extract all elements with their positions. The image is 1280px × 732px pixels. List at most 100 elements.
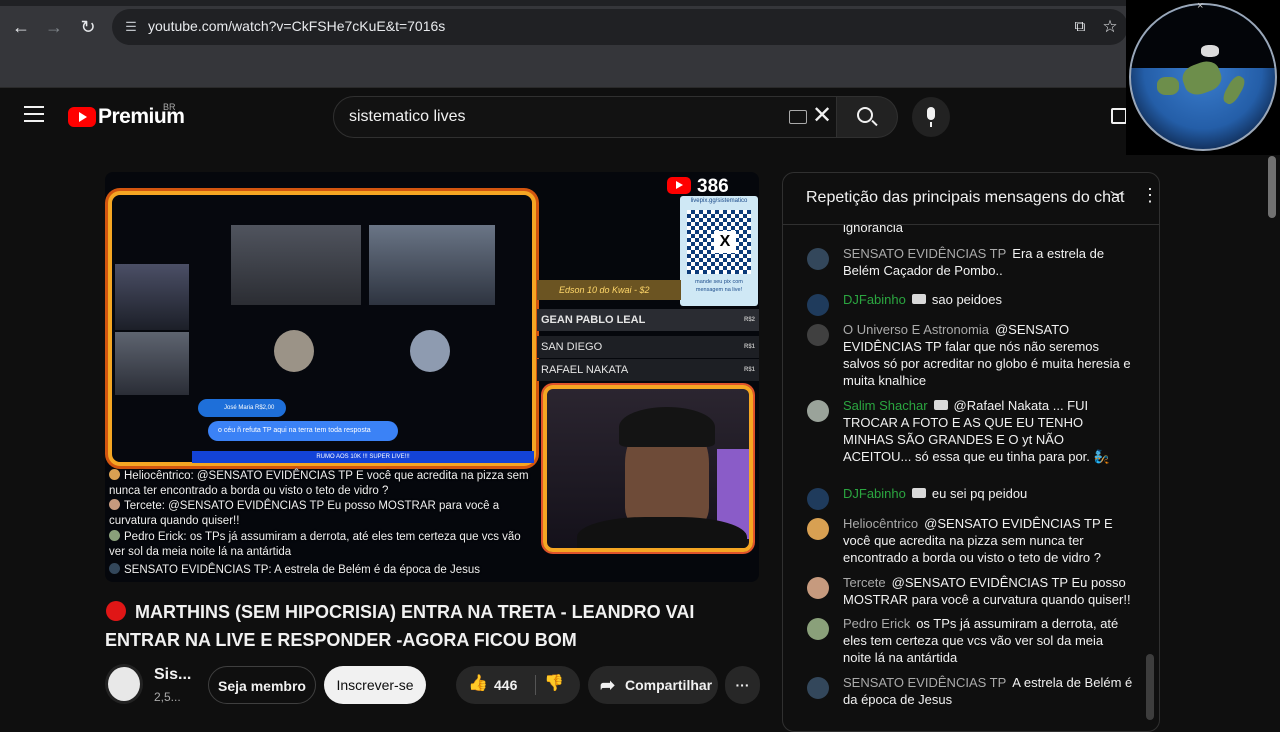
chat-author[interactable]: Pedro Erick [843, 616, 910, 631]
chat-avatar[interactable] [807, 294, 829, 316]
like-count[interactable]: 446 [494, 666, 517, 704]
user-avatar-icon [109, 530, 120, 541]
page-scrollbar[interactable] [1268, 156, 1276, 218]
overlay-comment-name: José Maria R$2,00 [198, 399, 286, 417]
chat-header: Repetição das principais mensagens do ch… [783, 173, 1159, 225]
user-avatar-icon [109, 563, 120, 574]
chat-message-list[interactable]: ignorância SENSATO EVIDÊNCIAS TP Era a est… [783, 225, 1159, 731]
member-badge-icon [911, 294, 926, 304]
chat-avatar[interactable] [807, 488, 829, 510]
share-arrow-icon: ➦ [600, 675, 616, 695]
chat-author[interactable]: O Universo E Astronomia [843, 322, 989, 337]
chat-message-body: Pedro Erick os TPs já assumiram a derrota… [843, 615, 1133, 666]
qr-center-mark: X [714, 231, 736, 253]
user-avatar-icon [109, 469, 120, 480]
chat-mode-title[interactable]: Repetição das principais mensagens do ch… [806, 189, 1124, 207]
guest-panel: José Maria R$2,00 o céu ñ refuta TP aqui… [108, 191, 536, 466]
live-viewer-count: 386 [697, 176, 729, 197]
member-badge-icon [911, 488, 926, 498]
url-text[interactable]: youtube.com/watch?v=CkFSHe7cKuE&t=7016s [148, 18, 445, 34]
overlay-chat-line: Pedro Erick: os TPs já assumiram a derro… [109, 530, 521, 558]
reload-icon[interactable]: ↻ [75, 14, 101, 40]
globe-overlay: × [1126, 0, 1280, 155]
chat-author[interactable]: SENSATO EVIDÊNCIAS TP [843, 675, 1006, 690]
subscribe-button[interactable]: Inscrever-se [324, 666, 426, 704]
chat-avatar[interactable] [807, 677, 829, 699]
browser-toolbar: ← → ↻ ☰ youtube.com/watch?v=CkFSHe7cKuE&… [0, 0, 1280, 52]
more-actions-button[interactable]: ··· [725, 666, 760, 704]
chat-avatar[interactable] [807, 577, 829, 599]
guest-camera [369, 225, 495, 305]
host-camera [543, 385, 753, 552]
close-icon[interactable]: × [1197, 0, 1203, 12]
search-icon [857, 107, 873, 123]
chat-author[interactable]: SENSATO EVIDÊNCIAS TP [843, 246, 1006, 261]
chat-message-body: Salim Shachar @Rafael Nakata ... FUI TROC… [843, 397, 1133, 465]
chat-author[interactable]: DJFabinho [843, 486, 906, 501]
chat-author[interactable]: Tercete [843, 575, 886, 590]
channel-avatar[interactable] [105, 664, 143, 704]
chat-avatar[interactable] [807, 248, 829, 270]
install-app-icon[interactable]: ⧉ [1070, 17, 1090, 37]
channel-name[interactable]: Sis... [154, 666, 191, 684]
site-info-icon[interactable]: ☰ [122, 18, 140, 36]
join-membership-button[interactable]: Seja membro [208, 666, 316, 704]
chat-avatar[interactable] [807, 518, 829, 540]
bookmark-star-icon[interactable]: ☆ [1100, 17, 1120, 37]
bookmarks-bar [0, 52, 1280, 88]
search-box[interactable]: ✕ [333, 96, 837, 138]
live-chat-panel: Repetição das principais mensagens do ch… [782, 172, 1160, 732]
qr-top-label: livepix.gg/sistematico [690, 198, 748, 204]
search-input[interactable] [349, 108, 769, 126]
overlay-chat-line: SENSATO EVIDÊNCIAS TP: A estrela de Belé… [109, 563, 539, 578]
donor-row: RAFAEL NAKATA R$1 [537, 359, 759, 381]
user-avatar-icon [109, 499, 120, 510]
youtube-header: Premium BR ✕ [0, 88, 1280, 148]
video-player[interactable]: José Maria R$2,00 o céu ñ refuta TP aqui… [105, 172, 759, 582]
chat-message-body: SENSATO EVIDÊNCIAS TP A estrela de Belém … [843, 674, 1133, 708]
chat-message-body: O Universo E Astronomia @SENSATO EVIDÊNCI… [843, 321, 1133, 389]
back-arrow-icon[interactable]: ← [8, 14, 34, 40]
chat-avatar[interactable] [807, 400, 829, 422]
chat-text: eu sei pq peidou [931, 486, 1028, 501]
guest-camera [115, 332, 189, 395]
create-icon[interactable] [1111, 108, 1127, 124]
chat-scrollbar[interactable] [1146, 654, 1154, 720]
live-youtube-icon [667, 177, 691, 194]
goal-banner: RUMO AOS 10K !!! SUPER LIVE!!! [192, 451, 534, 463]
share-button[interactable]: ➦ Compartilhar [588, 666, 718, 704]
chat-author[interactable]: DJFabinho [843, 292, 906, 307]
pix-qr-card: livepix.gg/sistematico X mande seu pix c… [680, 196, 758, 306]
chevron-down-icon[interactable]: ﹀ [1110, 188, 1124, 208]
search-button[interactable] [837, 96, 898, 138]
thumbs-down-icon[interactable]: 👎 [544, 675, 564, 693]
chat-author[interactable]: Heliocêntrico [843, 516, 918, 531]
hamburger-menu-icon[interactable] [24, 106, 44, 122]
chat-message-body: SENSATO EVIDÊNCIAS TP Era a estrela de Be… [843, 245, 1133, 279]
share-label: Compartilhar [625, 677, 713, 693]
more-vert-icon[interactable]: ⋮ [1141, 186, 1159, 204]
thumbs-up-icon[interactable]: 👍 [468, 675, 488, 693]
clear-search-icon[interactable]: ✕ [812, 104, 832, 128]
qr-bottom-label: mande seu pix com mensagem na live! [695, 279, 743, 293]
microphone-icon [927, 107, 935, 127]
chat-avatar[interactable] [807, 618, 829, 640]
chat-avatar[interactable] [807, 324, 829, 346]
guest-avatar [274, 330, 314, 372]
voice-search-button[interactable] [912, 97, 950, 137]
chat-message-body: DJFabinho sao peidoes [843, 291, 1133, 308]
chat-author[interactable]: Salim Shachar [843, 398, 928, 413]
youtube-logo-icon[interactable] [68, 107, 96, 127]
guest-avatar [410, 330, 450, 372]
subscriber-count: 2,5... [154, 690, 181, 704]
forward-arrow-icon[interactable]: → [41, 14, 67, 40]
chat-text: ignorância [843, 225, 903, 235]
video-title: MARTHINS (SEM HIPOCRISIA) ENTRA NA TRETA… [105, 602, 695, 650]
address-bar[interactable]: ☰ youtube.com/watch?v=CkFSHe7cKuE&t=7016… [112, 9, 1128, 45]
chat-message-body: DJFabinho eu sei pq peidou [843, 485, 1133, 502]
logo-country-code: BR [163, 102, 176, 112]
guest-camera [115, 264, 189, 330]
chat-text: @SENSATO EVIDÊNCIAS TP Eu posso MOSTRAR … [843, 575, 1131, 607]
keyboard-icon[interactable] [789, 110, 807, 124]
tab-strip [0, 0, 1126, 6]
